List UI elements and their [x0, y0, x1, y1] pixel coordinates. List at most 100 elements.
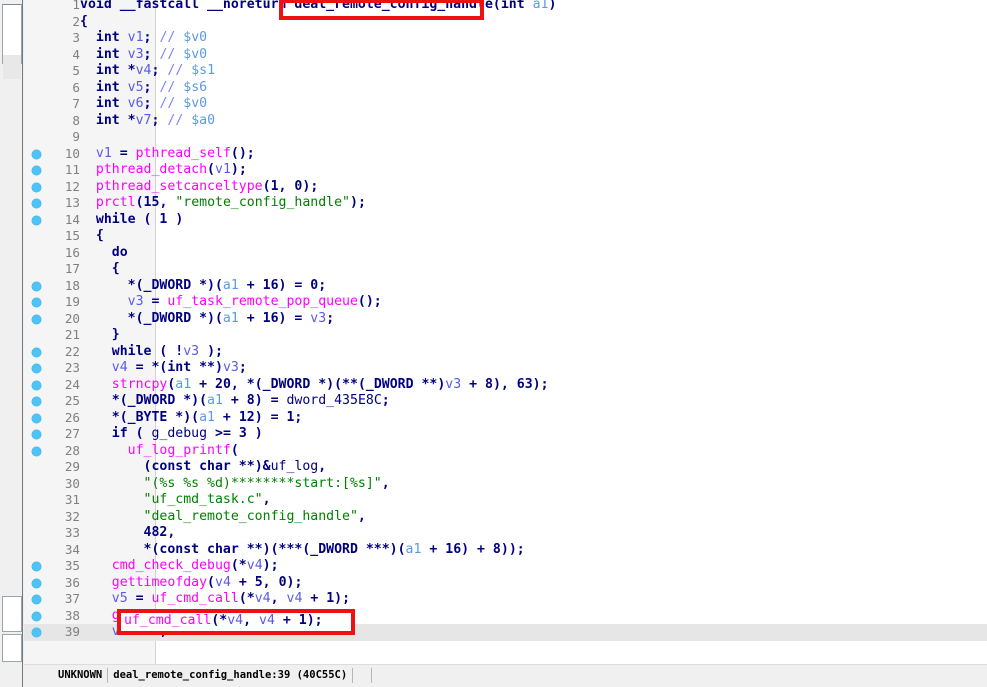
breakpoint-dot-icon[interactable] — [32, 364, 41, 373]
code-line[interactable]: 21 } — [24, 327, 987, 344]
gutter-cell[interactable]: 9 — [24, 129, 156, 146]
code-line[interactable]: 19 v3 = uf_task_remote_pop_queue(); — [24, 294, 987, 311]
code-token: ( — [135, 195, 144, 210]
code-token: ) = — [254, 393, 287, 408]
code-line[interactable]: 31 "uf_cmd_task.c", — [24, 492, 987, 509]
code-text: "deal_remote_config_handle", — [80, 509, 366, 526]
code-line[interactable]: 10 v1 = pthread_self(); — [24, 146, 987, 163]
left-dock-panel-top[interactable] — [2, 4, 22, 79]
code-line[interactable]: 32 "deal_remote_config_handle", — [24, 509, 987, 526]
breakpoint-dot-icon[interactable] — [32, 347, 41, 357]
code-token: = — [143, 294, 168, 309]
breakpoint-dot-icon[interactable] — [32, 430, 41, 439]
breakpoint-dot-icon[interactable] — [32, 199, 41, 208]
code-text: "uf_cmd_task.c", — [80, 492, 271, 509]
breakpoint-dot-icon[interactable] — [32, 578, 41, 588]
status-address-value: (40C55C) — [296, 669, 348, 681]
breakpoint-dot-icon[interactable] — [32, 397, 41, 406]
code-line[interactable]: 17 { — [24, 261, 987, 278]
code-line[interactable]: 20 *(_DWORD *)(a1 + 16) = v3; — [24, 311, 987, 328]
code-line[interactable]: 12 pthread_setcanceltype(1, 0); — [24, 179, 987, 196]
code-token: { — [80, 228, 104, 243]
left-dock-panel-middle[interactable] — [2, 596, 22, 632]
code-token: $a0 — [191, 112, 216, 128]
code-line[interactable]: 3 int v1; // $v0 — [24, 30, 987, 47]
breakpoint-dot-icon[interactable] — [32, 380, 41, 390]
code-line[interactable]: 34 *(const char **)(***(_DWORD ***)(a1 +… — [24, 542, 987, 559]
code-line[interactable]: 1 void __fastcall __noreturn deal_remote_… — [24, 0, 987, 14]
code-token: ( — [207, 162, 215, 177]
code-line[interactable]: 8 int *v7; // $a0 — [24, 113, 987, 130]
code-token: dword_435E8C — [286, 393, 382, 408]
code-token: $v0 — [183, 46, 208, 62]
code-line[interactable]: 16 do — [24, 245, 987, 262]
code-line[interactable]: 25 *(_DWORD *)(a1 + 8) = dword_435E8C; — [24, 393, 987, 410]
status-bar: UNKNOWN deal_remote_config_handle:39 (40… — [24, 664, 987, 687]
code-line[interactable]: 22 while ( !v3 ); — [24, 344, 987, 361]
left-dock-divider — [22, 0, 23, 687]
code-text: { — [80, 228, 104, 245]
code-rows[interactable]: 1 void __fastcall __noreturn deal_remote_… — [24, 0, 987, 641]
line-number: 24 — [64, 376, 80, 392]
code-line[interactable]: 11 pthread_detach(v1); — [24, 162, 987, 179]
code-token: (* — [238, 591, 255, 606]
code-token: + — [191, 376, 216, 392]
code-line[interactable]: 29 (const char **)&uf_log, — [24, 459, 987, 476]
code-line[interactable]: 36 gettimeofday(v4 + 5, 0); — [24, 575, 987, 592]
breakpoint-dot-icon[interactable] — [32, 446, 41, 456]
breakpoint-dot-icon[interactable] — [32, 166, 41, 175]
breakpoint-dot-icon[interactable] — [32, 149, 41, 159]
code-line[interactable]: 27 if ( g_debug >= 3 ) — [24, 426, 987, 443]
code-token: ; — [294, 409, 303, 425]
code-line[interactable]: 28 uf_log_printf( — [24, 443, 987, 460]
code-line[interactable]: 24 strncpy(a1 + 20, *(_DWORD *)(**(_DWOR… — [24, 377, 987, 394]
code-token: + — [222, 393, 247, 408]
code-line[interactable]: 7 int v6; // $v0 — [24, 96, 987, 113]
breakpoint-dot-icon[interactable] — [32, 215, 41, 225]
code-line[interactable]: 9 — [24, 129, 987, 146]
line-number: 27 — [64, 426, 80, 441]
breakpoint-dot-icon[interactable] — [32, 562, 41, 571]
breakpoint-dot-icon[interactable] — [32, 314, 41, 324]
code-token: while — [95, 211, 136, 227]
breakpoint-dot-icon[interactable] — [32, 281, 41, 291]
code-line[interactable]: 35 cmd_check_debug(*v4); — [24, 558, 987, 575]
pseudocode-editor[interactable]: 1 void __fastcall __noreturn deal_remote_… — [24, 0, 987, 664]
code-token: // — [167, 112, 192, 128]
breakpoint-dot-icon[interactable] — [32, 413, 41, 423]
gutter-cell[interactable]: 2 — [24, 14, 156, 31]
line-number: 10 — [64, 145, 80, 161]
left-dock-rail — [0, 0, 24, 687]
breakpoint-dot-icon[interactable] — [32, 595, 41, 604]
code-token: int * — [95, 63, 136, 78]
code-token: + — [461, 376, 485, 392]
breakpoint-dot-icon[interactable] — [32, 611, 41, 621]
code-token: *( — [80, 541, 160, 557]
code-line[interactable]: 18 *(_DWORD *)(a1 + 16) = 0; — [24, 278, 987, 295]
code-line[interactable]: 14 while ( 1 ) — [24, 212, 987, 229]
line-number: 9 — [72, 129, 80, 144]
code-line[interactable]: 6 int v5; // $s6 — [24, 80, 987, 97]
code-line[interactable]: 5 int *v4; // $s1 — [24, 63, 987, 80]
code-line[interactable]: 23 v4 = *(int **)v3; — [24, 360, 987, 377]
code-line[interactable]: 15 { — [24, 228, 987, 245]
breakpoint-dot-icon[interactable] — [32, 298, 41, 307]
code-line[interactable]: 30 "(%s %s %d)********start:[%s]", — [24, 476, 987, 493]
code-line[interactable]: 4 int v3; // $v0 — [24, 47, 987, 64]
code-token: a1 — [199, 409, 215, 425]
left-dock-panel-bottom[interactable] — [2, 634, 22, 662]
breakpoint-dot-icon[interactable] — [32, 628, 41, 637]
code-line[interactable]: 37 v5 = uf_cmd_call(*v4, v4 + 1); — [24, 591, 987, 608]
code-token: ; — [143, 30, 160, 45]
code-line[interactable]: 33 482, — [24, 525, 987, 542]
code-token: a1 — [175, 376, 192, 392]
code-token: ); — [286, 574, 303, 590]
code-line[interactable]: 26 *(_BYTE *)(a1 + 12) = 1; — [24, 410, 987, 427]
code-line[interactable]: 2{ — [24, 14, 987, 31]
code-line[interactable]: 13 prctl(15, "remote_config_handle"); — [24, 195, 987, 212]
breakpoint-dot-icon[interactable] — [32, 182, 41, 192]
